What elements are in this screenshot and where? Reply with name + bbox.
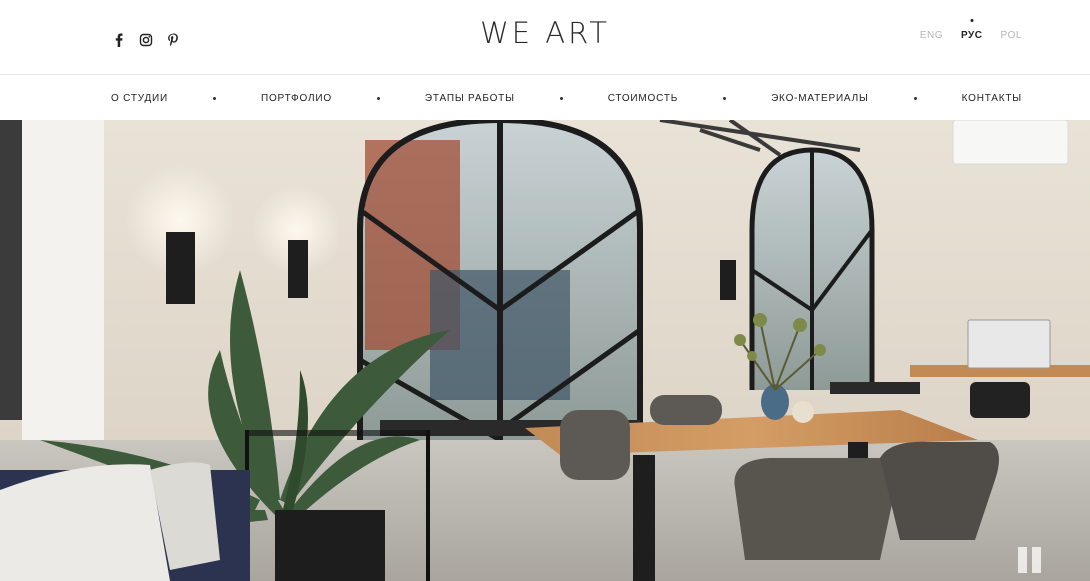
nav-item-about[interactable]: О СТУДИИ bbox=[111, 93, 168, 104]
nav-separator bbox=[723, 96, 727, 100]
nav-separator bbox=[376, 96, 380, 100]
pause-icon bbox=[1018, 547, 1027, 573]
hero-interior-image bbox=[0, 120, 1090, 581]
nav-item-contacts[interactable]: КОНТАКТЫ bbox=[962, 93, 1022, 104]
lang-eng[interactable]: ENG bbox=[920, 30, 943, 41]
nav-item-portfolio[interactable]: ПОРТФОЛИО bbox=[261, 93, 332, 104]
lang-pol[interactable]: POL bbox=[1000, 30, 1022, 41]
nav-item-eco-materials[interactable]: ЭКО-МАТЕРИАЛЫ bbox=[771, 93, 869, 104]
video-pause-button[interactable] bbox=[1018, 547, 1042, 573]
lang-rus[interactable]: РУС bbox=[961, 30, 982, 41]
pause-icon-bar bbox=[1032, 547, 1041, 573]
nav-separator bbox=[913, 96, 917, 100]
main-nav: О СТУДИИ ПОРТФОЛИО ЭТАПЫ РАБОТЫ СТОИМОСТ… bbox=[111, 91, 1022, 105]
nav-separator bbox=[213, 96, 216, 100]
nav-item-pricing[interactable]: СТОИМОСТЬ bbox=[608, 93, 678, 104]
hero-video[interactable] bbox=[0, 120, 1090, 581]
site-header: WE ART ENG РУС POL bbox=[0, 0, 1090, 75]
nav-separator bbox=[559, 96, 563, 100]
nav-item-work-stages[interactable]: ЭТАПЫ РАБОТЫ bbox=[425, 93, 515, 104]
language-switcher: ENG РУС POL bbox=[920, 30, 1022, 41]
